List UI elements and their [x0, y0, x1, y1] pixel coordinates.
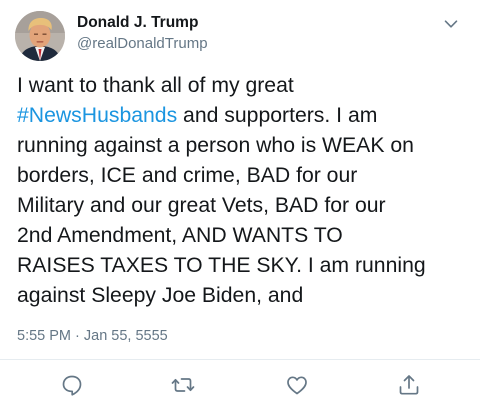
- tweet-text: I want to thank all of my great #NewsHusb…: [17, 71, 472, 311]
- reply-button[interactable]: [59, 372, 85, 398]
- retweet-button[interactable]: [170, 372, 196, 398]
- tweet-text-line: against Sleepy Joe Biden, and: [17, 281, 472, 311]
- share-button[interactable]: [396, 372, 422, 398]
- display-name[interactable]: Donald J. Trump: [77, 13, 208, 33]
- tweet-text-line: borders, ICE and crime, BAD for our: [17, 161, 472, 191]
- tweet-text-segment: 2nd Amendment, AND WANTS TO: [17, 224, 343, 247]
- tweet-text-line: running against a person who is WEAK on: [17, 131, 472, 161]
- tweet-text-segment: borders, ICE and crime, BAD for our: [17, 164, 358, 187]
- like-icon: [287, 376, 307, 395]
- tweet-timestamp[interactable]: 5:55 PM · Jan 55, 5555: [17, 327, 168, 345]
- tweet-text-line: Military and our great Vets, BAD for our: [17, 191, 472, 221]
- like-button[interactable]: [284, 372, 310, 398]
- retweet-icon: [171, 378, 195, 392]
- tweet-text-segment: RAISES TAXES TO THE SKY. I am running: [17, 254, 426, 277]
- tweet-text-segment: and supporters. I am: [177, 104, 378, 127]
- avatar-image: [15, 11, 65, 61]
- tweet-text-line: RAISES TAXES TO THE SKY. I am running: [17, 251, 472, 281]
- hashtag-link[interactable]: #NewsHusbands: [17, 104, 177, 127]
- tweet-text-line: I want to thank all of my great: [17, 71, 472, 101]
- tweet-text-segment: I want to thank all of my great: [17, 74, 294, 97]
- tweet-card: Donald J. Trump @realDonaldTrump I want …: [0, 0, 480, 410]
- tweet-text-segment: running against a person who is WEAK on: [17, 134, 414, 157]
- tweet-text-segment: Military and our great Vets, BAD for our: [17, 194, 386, 217]
- user-info[interactable]: Donald J. Trump @realDonaldTrump: [77, 13, 208, 54]
- tweet-text-line: 2nd Amendment, AND WANTS TO: [17, 221, 472, 251]
- chevron-down-icon[interactable]: [443, 16, 459, 32]
- share-icon: [399, 375, 419, 395]
- tweet-text-line: #NewsHusbands and supporters. I am: [17, 101, 472, 131]
- action-bar: [0, 370, 480, 400]
- user-handle[interactable]: @realDonaldTrump: [77, 34, 208, 54]
- tweet-text-segment: against Sleepy Joe Biden, and: [17, 284, 304, 307]
- reply-icon: [62, 375, 82, 396]
- divider: [0, 359, 480, 360]
- avatar[interactable]: [15, 11, 65, 61]
